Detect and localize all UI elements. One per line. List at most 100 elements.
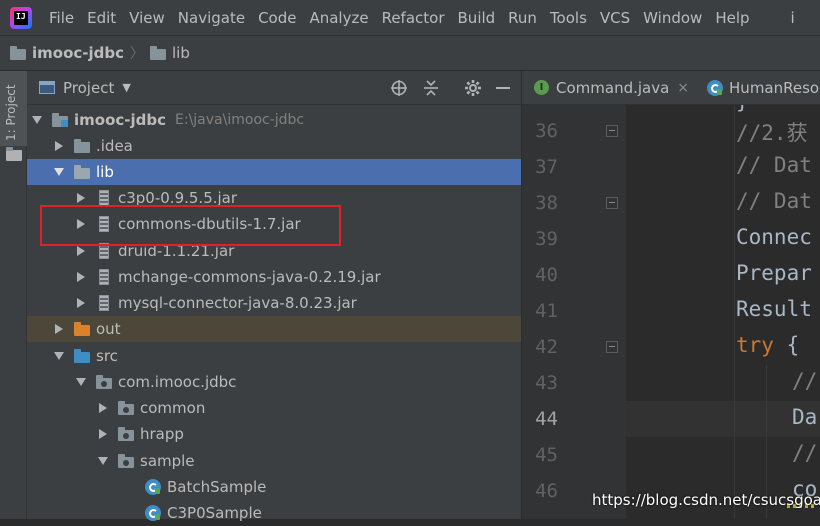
breadcrumb: imooc-jdbc 〉 lib (0, 35, 820, 71)
tree-label: .idea (96, 137, 133, 155)
project-tool-label: 1: Project (4, 84, 18, 141)
chevron-right-icon[interactable] (77, 246, 85, 256)
line-number: 45 (535, 444, 558, 466)
tree-row-out[interactable]: out (27, 316, 547, 342)
line-number: 37 (535, 156, 558, 178)
folder-icon (74, 165, 90, 179)
menu-window[interactable]: Window (643, 9, 702, 27)
project-tree: imooc-jdbc E:\java\imooc-jdbc .idea lib … (27, 105, 547, 522)
tree-label: sample (140, 452, 195, 470)
line-number: 41 (535, 300, 558, 322)
tab-command-java[interactable]: I Command.java × (522, 71, 693, 105)
code-editor[interactable]: } //2.获 // Dat // Dat Connec Prepar Resu… (626, 105, 820, 519)
chevron-down-icon[interactable] (54, 352, 64, 360)
chevron-right-icon[interactable] (99, 429, 107, 439)
code-line: Connec (736, 225, 812, 249)
chevron-right-icon[interactable] (55, 324, 63, 334)
tree-row-jar[interactable]: mysql-connector-java-8.0.23.jar (27, 290, 569, 316)
module-folder-icon (52, 113, 68, 127)
package-icon (118, 427, 134, 441)
chevron-right-icon[interactable] (77, 272, 85, 282)
current-line-highlight (626, 401, 820, 437)
menu-view[interactable]: View (129, 9, 165, 27)
chevron-down-icon[interactable] (54, 168, 64, 176)
annotation-highlight-box (40, 205, 341, 246)
breadcrumb-project[interactable]: imooc-jdbc (32, 44, 124, 62)
chevron-down-icon[interactable]: ▼ (122, 81, 130, 94)
tool-window-strip: 1: Project (0, 71, 27, 519)
java-class-icon (145, 479, 161, 495)
menu-help[interactable]: Help (715, 9, 749, 27)
code-line: // (792, 441, 818, 465)
tab-label: HumanResou (729, 78, 820, 97)
menu-vcs[interactable]: VCS (600, 9, 630, 27)
gear-icon[interactable] (463, 78, 483, 98)
project-tool-tab[interactable]: 1: Project (0, 71, 27, 146)
menu-refactor[interactable]: Refactor (382, 9, 445, 27)
chevron-right-icon[interactable] (77, 298, 85, 308)
tree-row-lib[interactable]: lib (27, 159, 547, 185)
menu-tools[interactable]: Tools (550, 9, 587, 27)
tree-row-module[interactable]: imooc-jdbc E:\java\imooc-jdbc (27, 107, 525, 133)
jar-icon (99, 295, 109, 311)
breadcrumb-separator: 〉 (130, 46, 145, 62)
menu-bar: IJ File Edit View Navigate Code Analyze … (0, 0, 820, 35)
menu-edit[interactable]: Edit (87, 9, 116, 27)
tree-label: com.imooc.jdbc (118, 373, 237, 391)
menu-code[interactable]: Code (258, 9, 296, 27)
tree-label: mchange-commons-java-0.2.19.jar (118, 268, 381, 286)
line-number: 39 (535, 228, 558, 250)
tree-row-package[interactable]: hrapp (27, 421, 591, 447)
chevron-down-icon[interactable] (32, 116, 42, 124)
collapse-all-icon[interactable] (421, 78, 441, 98)
package-icon (118, 401, 134, 415)
hide-panel-icon[interactable] (493, 78, 513, 98)
chevron-down-icon[interactable] (76, 378, 86, 386)
chevron-right-icon[interactable] (99, 403, 107, 413)
tab-human-resource[interactable]: HumanResou (693, 71, 820, 105)
menu-overflow[interactable]: i (791, 9, 795, 27)
tree-row-jar[interactable]: mchange-commons-java-0.2.19.jar (27, 264, 569, 290)
project-panel: Project ▼ imooc-jdbc E:\java\imooc-jdbc … (27, 71, 547, 522)
fold-marker-icon[interactable] (606, 125, 618, 137)
project-view-icon (39, 81, 55, 94)
code-line: //2.获 (736, 121, 808, 145)
breadcrumb-lib[interactable]: lib (172, 44, 190, 62)
package-icon (118, 454, 134, 468)
locate-icon[interactable] (389, 78, 409, 98)
chevron-down-icon[interactable] (98, 457, 108, 465)
tree-label: out (96, 320, 121, 338)
editor-tab-bar: I Command.java × HumanResou (521, 71, 820, 105)
project-panel-title[interactable]: Project (63, 79, 114, 97)
menu-run[interactable]: Run (508, 9, 537, 27)
line-number: 42 (535, 336, 558, 358)
intellij-logo-icon: IJ (10, 6, 32, 29)
tree-row-package[interactable]: sample (27, 448, 591, 474)
fold-marker-icon[interactable] (606, 197, 618, 209)
tree-row-idea[interactable]: .idea (27, 133, 547, 159)
tree-label: hrapp (140, 425, 184, 443)
line-number: 36 (535, 120, 558, 142)
fold-marker-icon[interactable] (606, 341, 618, 353)
code-line: Prepar (736, 261, 812, 285)
menu-analyze[interactable]: Analyze (309, 9, 368, 27)
jar-icon (99, 269, 109, 285)
menu-navigate[interactable]: Navigate (178, 9, 245, 27)
menu-build[interactable]: Build (458, 9, 496, 27)
tree-row-package[interactable]: common (27, 395, 591, 421)
tree-row-src[interactable]: src (27, 343, 547, 369)
tree-label: common (140, 399, 206, 417)
indent-guide (734, 105, 735, 519)
chevron-right-icon[interactable] (77, 193, 85, 203)
code-line: // Dat (736, 189, 812, 213)
line-number: 43 (535, 372, 558, 394)
jar-icon (99, 190, 109, 206)
tree-label: mysql-connector-java-8.0.23.jar (118, 294, 357, 312)
menu-file[interactable]: File (49, 9, 74, 27)
close-icon[interactable]: × (677, 80, 689, 96)
code-brace: { (773, 333, 800, 357)
tree-row-package[interactable]: com.imooc.jdbc (27, 369, 569, 395)
chevron-right-icon[interactable] (55, 141, 63, 151)
folder-icon (6, 147, 22, 161)
line-number-current: 44 (535, 408, 558, 430)
